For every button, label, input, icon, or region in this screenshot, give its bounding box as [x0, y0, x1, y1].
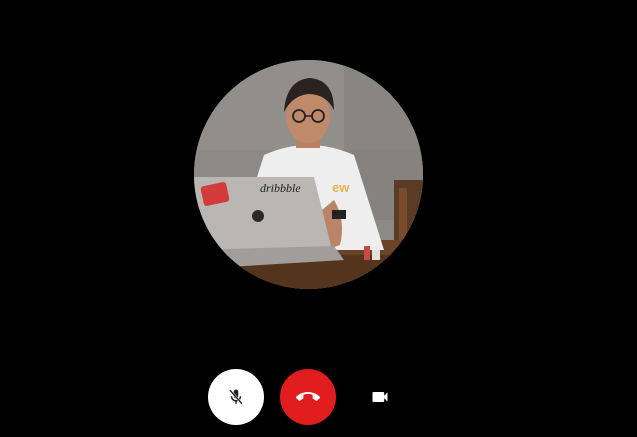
videocam-icon [372, 392, 388, 402]
shirt-print: ew [332, 180, 350, 195]
call-screen: ew dribbble [0, 0, 637, 437]
end-call-button[interactable] [280, 369, 336, 425]
caller-avatar: ew dribbble [194, 60, 423, 289]
mute-button[interactable] [208, 369, 264, 425]
laptop-sticker: dribbble [260, 181, 301, 195]
caller-photo: ew dribbble [194, 60, 423, 289]
video-toggle-button[interactable] [352, 369, 408, 425]
phone-hangup-icon [296, 392, 320, 401]
mic-off-icon [229, 389, 243, 405]
call-controls [0, 369, 637, 425]
